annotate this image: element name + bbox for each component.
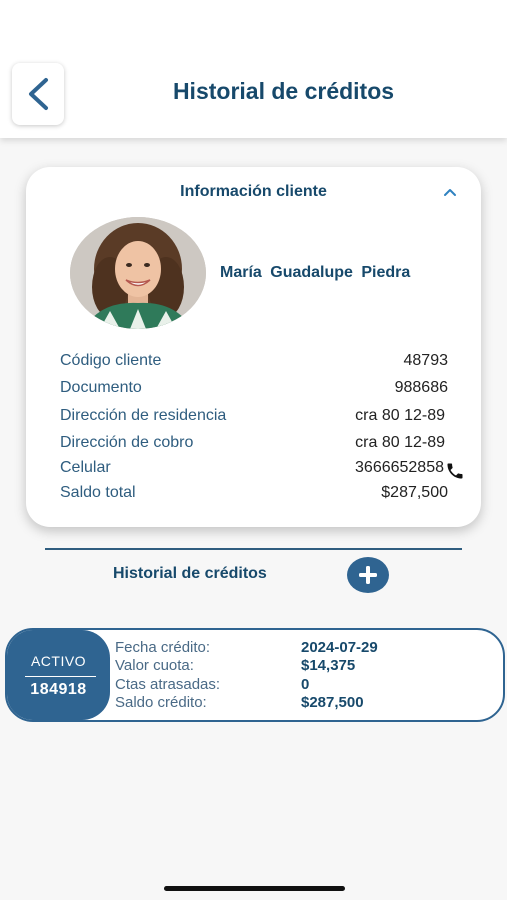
info-label: Saldo total: [60, 484, 136, 501]
credit-label: Fecha crédito:: [115, 639, 211, 656]
credit-row-date: Fecha crédito: 2024-07-29: [115, 639, 495, 657]
info-row-total-balance: Saldo total $287,500: [60, 484, 448, 506]
screen: Historial de créditos Información client…: [0, 0, 507, 900]
credit-value: $287,500: [301, 694, 364, 711]
page-title: Historial de créditos: [172, 78, 395, 104]
info-value[interactable]: 3666652858: [355, 459, 444, 477]
section-divider: [45, 548, 462, 550]
chevron-up-icon[interactable]: [443, 187, 457, 197]
info-row-cellphone: Celular 3666652858: [60, 459, 444, 481]
info-label: Código cliente: [60, 352, 162, 369]
credit-row-installment: Valor cuota: $14,375: [115, 657, 495, 675]
credit-label: Ctas atrasadas:: [115, 676, 221, 693]
info-value: $287,500: [381, 484, 448, 501]
credit-card[interactable]: ACTIVO 184918 Fecha crédito: 2024-07-29 …: [5, 628, 505, 722]
info-label: Dirección de cobro: [60, 434, 194, 451]
info-label: Celular: [60, 459, 111, 476]
info-row-document: Documento 988686: [60, 379, 448, 401]
history-title: Historial de créditos: [113, 565, 267, 582]
credit-value: $14,375: [301, 657, 356, 674]
credit-label: Saldo crédito:: [115, 694, 207, 711]
info-row-client-code: Código cliente 48793: [60, 352, 448, 374]
client-name: María Guadalupe Piedra: [220, 264, 411, 281]
info-label: Documento: [60, 379, 142, 396]
info-label: Dirección de residencia: [60, 407, 227, 424]
plus-icon: [359, 566, 377, 584]
info-value: cra 80 12-89: [355, 434, 445, 451]
credit-status-badge: ACTIVO 184918: [7, 630, 110, 720]
info-row-billing-address: Dirección de cobro cra 80 12-89: [60, 434, 445, 456]
credit-row-balance: Saldo crédito: $287,500: [115, 694, 495, 712]
credit-value: 2024-07-29: [301, 639, 378, 656]
phone-icon[interactable]: [444, 461, 466, 481]
info-value: 988686: [394, 379, 448, 396]
home-indicator[interactable]: [164, 886, 345, 891]
client-photo: [70, 217, 206, 329]
info-value: 48793: [403, 352, 449, 369]
badge-divider: [25, 676, 96, 677]
credit-number: 184918: [30, 681, 87, 698]
credit-row-overdue: Ctas atrasadas: 0: [115, 676, 495, 694]
back-button[interactable]: [12, 63, 64, 125]
avatar: [70, 217, 206, 329]
info-value: cra 80 12-89: [355, 407, 445, 424]
client-info-title: Información cliente: [180, 183, 327, 200]
chevron-left-icon: [29, 78, 48, 110]
credit-value: 0: [301, 676, 310, 693]
credit-label: Valor cuota:: [115, 657, 194, 674]
client-info-card: Información cliente María Guadalupe Pied…: [26, 167, 481, 527]
app-header: Historial de créditos: [0, 0, 507, 138]
info-row-residence-address: Dirección de residencia cra 80 12-89: [60, 407, 445, 429]
credit-status: ACTIVO: [30, 653, 87, 669]
add-credit-button[interactable]: [347, 557, 389, 593]
